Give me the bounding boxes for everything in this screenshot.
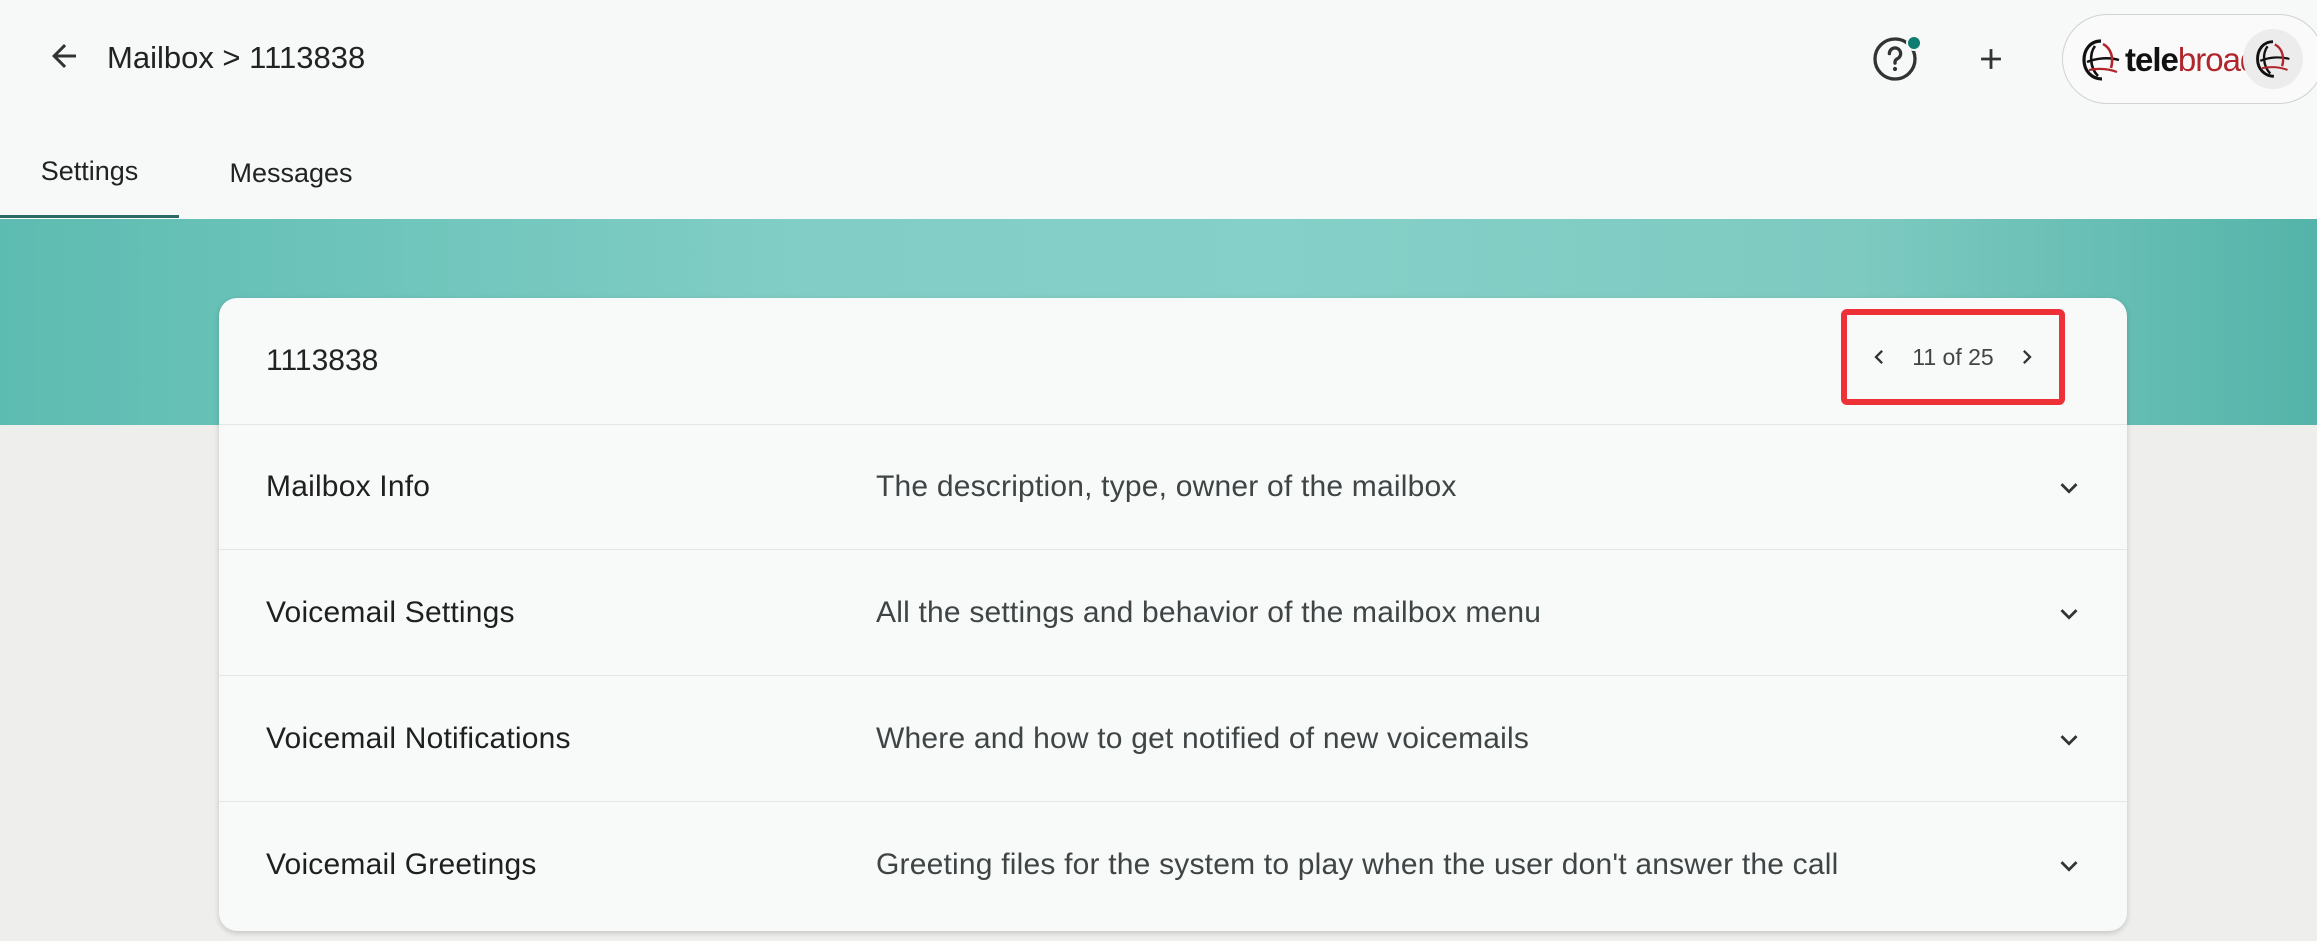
section-title: Voicemail Greetings [266, 848, 537, 881]
tab-settings[interactable]: Settings [0, 128, 179, 218]
section-description: Greeting files for the system to play wh… [876, 848, 1839, 881]
chevron-down-icon [2060, 609, 2078, 620]
brand-wordmark: telebroad [2125, 41, 2258, 79]
chevron-down-icon [2060, 861, 2078, 872]
mailbox-number: 1113838 [266, 344, 379, 377]
chevron-down-icon [2060, 483, 2078, 494]
previous-record-button[interactable] [1863, 337, 1895, 377]
brand-text-tele: tele [2125, 41, 2179, 78]
expand-button[interactable] [2049, 594, 2089, 634]
section-voicemail-settings[interactable]: Voicemail Settings All the settings and … [219, 550, 2127, 676]
mailbox-card: 1113838 11 of 25 Mailbox Info The descri… [219, 298, 2127, 931]
top-bar: Mailbox > 1113838 telebroad [0, 0, 2317, 118]
chevron-left-icon [1874, 350, 1883, 364]
section-description: The description, type, owner of the mail… [876, 470, 1457, 503]
section-description: All the settings and behavior of the mai… [876, 596, 1542, 629]
notification-dot [1906, 35, 1922, 51]
chevron-down-icon [2060, 735, 2078, 746]
breadcrumb: Mailbox > 1113838 [107, 40, 366, 75]
back-button[interactable] [42, 34, 86, 78]
mailbox-settings-page: Mailbox > 1113838 telebroad Settings Mes… [0, 0, 2317, 941]
telebroad-logo: telebroad [2081, 35, 2258, 85]
expand-button[interactable] [2049, 720, 2089, 760]
card-header: 1113838 11 of 25 [219, 298, 2127, 425]
chevron-right-icon [2023, 350, 2032, 364]
record-pager: 11 of 25 [1841, 309, 2065, 405]
arrow-left-icon [52, 44, 76, 68]
section-voicemail-notifications[interactable]: Voicemail Notifications Where and how to… [219, 676, 2127, 802]
telebroad-globe-icon [2082, 39, 2120, 81]
tab-messages[interactable]: Messages [179, 128, 403, 218]
section-voicemail-greetings[interactable]: Voicemail Greetings Greeting files for t… [219, 802, 2127, 928]
section-title: Mailbox Info [266, 470, 431, 503]
avatar [2243, 29, 2303, 89]
section-mailbox-info[interactable]: Mailbox Info The description, type, owne… [219, 424, 2127, 550]
section-description: Where and how to get notified of new voi… [876, 722, 1530, 755]
plus-icon [1981, 49, 2001, 69]
section-title: Voicemail Notifications [266, 722, 571, 755]
next-record-button[interactable] [2011, 337, 2043, 377]
add-button[interactable] [1966, 34, 2016, 84]
pager-position: 11 of 25 [1912, 343, 1994, 370]
expand-button[interactable] [2049, 846, 2089, 886]
telebroad-globe-icon [2256, 40, 2290, 78]
account-menu-button[interactable]: telebroad [2062, 14, 2317, 104]
section-title: Voicemail Settings [266, 596, 515, 629]
expand-button[interactable] [2049, 468, 2089, 508]
